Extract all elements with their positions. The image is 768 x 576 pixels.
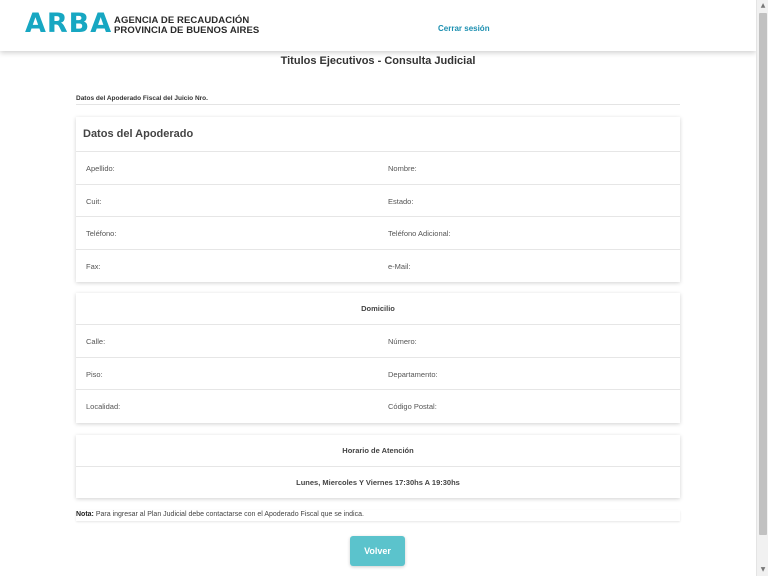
- field-estado: Estado:: [388, 196, 414, 206]
- field-telefono-adicional: Teléfono Adicional:: [388, 229, 451, 238]
- domicilio-row: Localidad: Código Postal:: [76, 390, 680, 423]
- section-subheading: Datos del Apoderado Fiscal del Juicio Nr…: [76, 95, 680, 105]
- horario-card: Horario de Atención Lunes, Miercoles Y V…: [76, 435, 680, 498]
- page: ARBA AGENCIA DE RECAUDACIÓN PROVINCIA DE…: [0, 0, 756, 576]
- chevron-down-icon[interactable]: ▼: [757, 564, 768, 576]
- back-button[interactable]: Volver: [350, 536, 405, 566]
- apoderado-row: Teléfono: Teléfono Adicional:: [76, 217, 680, 250]
- domicilio-row: Piso: Departamento:: [76, 358, 680, 390]
- field-telefono: Teléfono:: [86, 229, 117, 238]
- field-cuit: Cuit:: [86, 196, 102, 206]
- field-codigo-postal: Código Postal:: [388, 402, 437, 411]
- apoderado-card-title: Datos del Apoderado: [76, 117, 680, 152]
- vertical-scrollbar[interactable]: ▲ ▼: [756, 0, 768, 576]
- page-title: Titulos Ejecutivos - Consulta Judicial: [280, 55, 476, 67]
- field-piso: Piso:: [86, 369, 103, 379]
- arba-logo[interactable]: ARBA: [25, 8, 112, 39]
- apoderado-card: Datos del Apoderado Apellido: Nombre: Cu…: [76, 117, 680, 282]
- apoderado-row: Cuit: Estado:: [76, 185, 680, 217]
- site-header: ARBA AGENCIA DE RECAUDACIÓN PROVINCIA DE…: [0, 0, 756, 51]
- field-apellido: Apellido:: [86, 164, 115, 173]
- note-text: Para ingresar al Plan Judicial debe cont…: [95, 511, 364, 518]
- field-calle: Calle:: [86, 337, 106, 346]
- agency-name: AGENCIA DE RECAUDACIÓN PROVINCIA DE BUEN…: [114, 16, 259, 36]
- field-numero: Número:: [388, 337, 417, 346]
- chevron-up-icon[interactable]: ▲: [757, 0, 768, 12]
- note-label: Nota:: [76, 511, 94, 518]
- domicilio-card: Domicilio Calle: Número: Piso: Departame…: [76, 293, 680, 423]
- logout-link[interactable]: Cerrar sesión: [438, 24, 490, 33]
- domicilio-row: Calle: Número:: [76, 325, 680, 358]
- schedule-text: Lunes, Miercoles Y Viernes 17:30hs A 19:…: [296, 478, 460, 487]
- domicilio-card-title: Domicilio: [76, 293, 680, 325]
- field-fax: Fax:: [86, 261, 101, 271]
- field-departamento: Departamento:: [388, 369, 438, 379]
- field-nombre: Nombre:: [388, 164, 417, 173]
- field-email: e-Mail:: [388, 261, 411, 271]
- field-localidad: Localidad:: [86, 402, 121, 411]
- note-bar: Nota: Para ingresar al Plan Judicial deb…: [76, 510, 680, 521]
- scrollbar-thumb[interactable]: [759, 13, 767, 535]
- apoderado-row: Fax: e-Mail:: [76, 250, 680, 283]
- apoderado-row: Apellido: Nombre:: [76, 152, 680, 185]
- agency-name-line2: PROVINCIA DE BUENOS AIRES: [114, 25, 260, 36]
- horario-card-title: Horario de Atención: [76, 435, 680, 467]
